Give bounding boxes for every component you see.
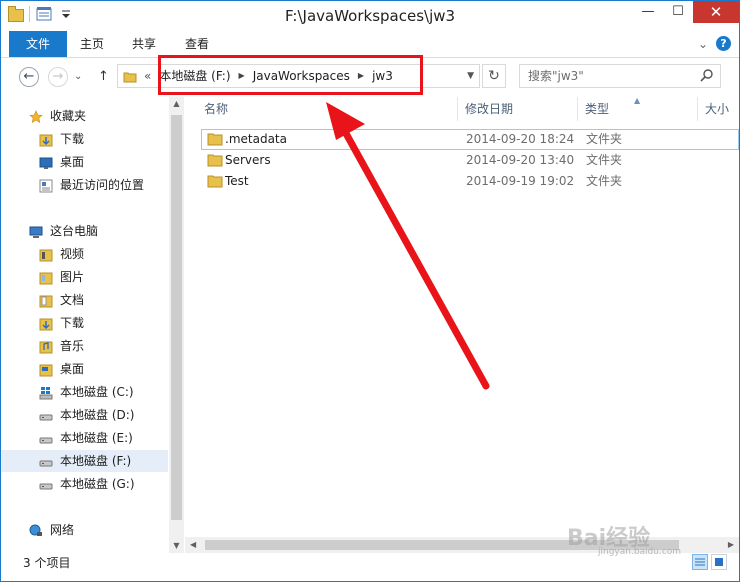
annotation-arrow	[326, 102, 490, 390]
watermark-url: jingyan.baidu.com	[598, 547, 682, 557]
